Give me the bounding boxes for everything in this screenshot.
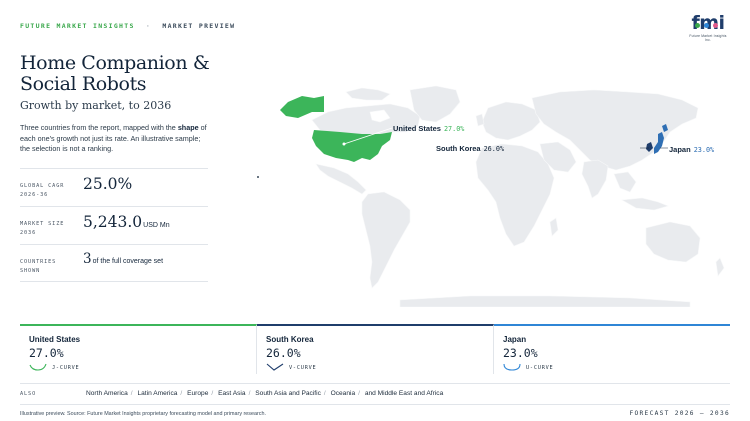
- section-label: MARKET PREVIEW: [162, 22, 236, 30]
- card-japan[interactable]: Japan 23.0% U-CURVE: [494, 324, 730, 374]
- also-regions-row: ALSO North America / Latin America / Europ…: [20, 383, 730, 405]
- stat-value: 3: [83, 251, 92, 267]
- also-label: ALSO: [20, 391, 37, 397]
- card-curve-type: U-CURVE: [526, 365, 554, 371]
- region-link[interactable]: Latin America: [137, 390, 177, 397]
- page-subtitle: Growth by market, to 2036: [20, 99, 172, 112]
- land-india: [581, 159, 609, 199]
- region-link[interactable]: North America: [86, 390, 128, 397]
- callout-japan: Japan 23.0%: [669, 145, 714, 154]
- stat-unit: of the full coverage set: [92, 258, 164, 265]
- callout-south-korea: South Korea 26.0%: [436, 144, 504, 153]
- u-curve-icon: [503, 363, 521, 371]
- land-us-highlight: [312, 130, 392, 162]
- stats-panel: GLOBAL CAGR 2026-36 25.0% MARKET SIZE 2036…: [20, 168, 208, 282]
- region-link[interactable]: East Asia: [218, 390, 246, 397]
- logo-dots-icon: [690, 15, 726, 28]
- stat-value: 25.0%: [83, 175, 133, 193]
- region-list: North America / Latin America / Europe / Ea…: [86, 390, 444, 397]
- stat-value: 5,243.0: [83, 213, 143, 231]
- stat-label: MARKET SIZE: [20, 221, 65, 227]
- land-uk: [475, 113, 485, 127]
- card-growth-value: 26.0%: [266, 346, 301, 360]
- stat-label-period: 2036: [20, 229, 37, 236]
- land-new-zealand: [715, 257, 725, 277]
- land-south-america: [361, 191, 411, 289]
- forecast-period: FORECAST 2026 – 2036: [629, 410, 730, 417]
- page-title: Home Companion & Social Robots: [20, 52, 210, 95]
- stat-unit: USD Mn: [143, 222, 170, 229]
- stat-label: GLOBAL CAGR: [20, 183, 65, 189]
- source-note: Illustrative preview. Source: Future Mar…: [20, 411, 266, 417]
- callout-name: Japan: [669, 145, 691, 154]
- v-curve-icon: [266, 363, 284, 371]
- description-emphasis: shape: [177, 123, 199, 132]
- land-africa: [475, 143, 555, 247]
- world-map: United States 27.0% South Korea 26.0% Japa…: [250, 82, 750, 308]
- land-alaska-highlight: [280, 96, 324, 118]
- land-australia: [645, 221, 701, 263]
- land-antarctica: [399, 295, 691, 308]
- land-madagascar: [549, 217, 559, 237]
- card-curve-type: J-CURVE: [52, 365, 80, 371]
- stat-label: COUNTRIES: [20, 259, 57, 265]
- j-curve-icon: [29, 363, 47, 371]
- description: Three countries from the report, mapped …: [20, 123, 207, 153]
- land-se-asia: [613, 171, 637, 193]
- logo-subtext: Future Market Insights Inc.: [689, 34, 727, 42]
- card-country-name: South Korea: [266, 335, 314, 344]
- stat-global-cagr: GLOBAL CAGR 2026-36 25.0%: [20, 168, 208, 206]
- world-map-svg: [257, 85, 725, 308]
- card-curve-type: V-CURVE: [289, 365, 317, 371]
- land-indonesia: [621, 197, 669, 211]
- callout-name: United States: [393, 124, 441, 133]
- top-bar: FUTURE MARKET INSIGHTS · MARKET PREVIEW: [20, 22, 235, 30]
- card-growth-value: 27.0%: [29, 346, 64, 360]
- country-cards: United States 27.0% J-CURVE South Korea …: [20, 324, 730, 374]
- callout-value: 27.0%: [443, 125, 465, 133]
- leader-dot-us: [342, 142, 346, 146]
- card-south-korea[interactable]: South Korea 26.0% V-CURVE: [257, 324, 494, 374]
- land-mexico: [315, 163, 367, 195]
- callout-value: 26.0%: [483, 145, 505, 153]
- fmi-logo[interactable]: fmi Future Market Insights Inc.: [686, 14, 730, 43]
- region-link[interactable]: and Middle East and Africa: [365, 390, 443, 397]
- land-europe: [481, 101, 541, 141]
- land-arctic-islands: [345, 87, 391, 101]
- callout-name: South Korea: [436, 144, 481, 153]
- header-separator: ·: [145, 22, 152, 30]
- map-marker-dot: [257, 176, 259, 178]
- card-growth-value: 23.0%: [503, 346, 538, 360]
- callout-united-states: United States 27.0%: [393, 124, 464, 133]
- stat-label-period: SHOWN: [20, 267, 41, 274]
- stat-label-period: 2026-36: [20, 191, 49, 198]
- region-link[interactable]: Europe: [187, 390, 208, 397]
- callout-value: 23.0%: [693, 146, 715, 154]
- card-united-states[interactable]: United States 27.0% J-CURVE: [20, 324, 257, 374]
- stat-countries-shown: COUNTRIES SHOWN 3of the full coverage set: [20, 244, 208, 282]
- brand-name: FUTURE MARKET INSIGHTS: [20, 22, 135, 30]
- region-link[interactable]: South Asia and Pacific: [255, 390, 321, 397]
- card-country-name: Japan: [503, 335, 527, 344]
- region-link[interactable]: Oceania: [331, 390, 356, 397]
- card-country-name: United States: [29, 335, 81, 344]
- stat-market-size: MARKET SIZE 2036 5,243.0USD Mn: [20, 206, 208, 244]
